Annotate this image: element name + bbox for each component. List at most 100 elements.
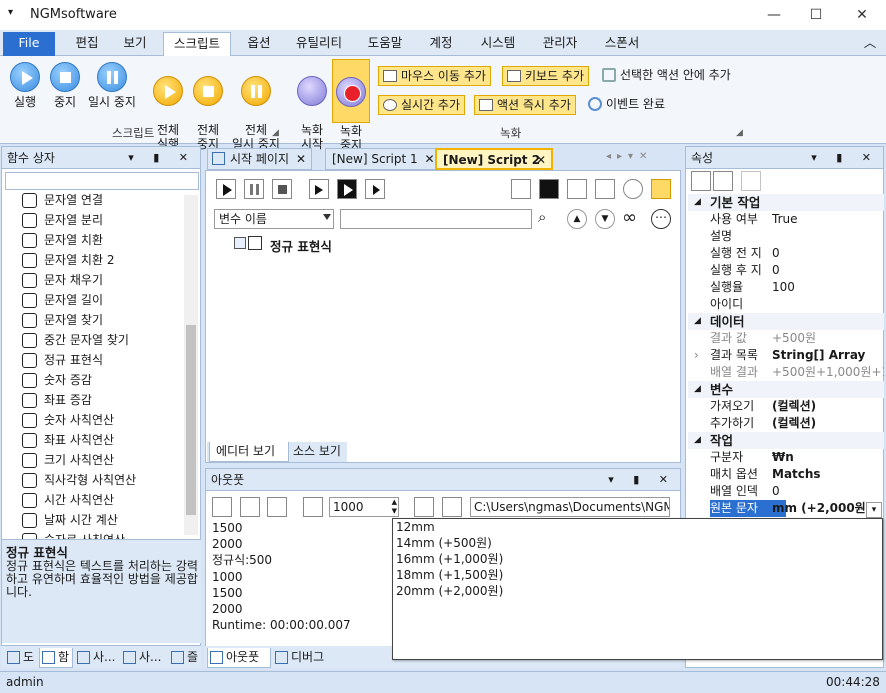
close-tab-icon[interactable]: ✕ — [296, 149, 306, 169]
node-checkbox[interactable] — [234, 237, 246, 249]
add-in-selected-action-button[interactable]: 선택한 액션 안에 추가 — [600, 66, 731, 86]
tab-file[interactable]: File — [3, 32, 55, 56]
scrollbar-thumb[interactable] — [186, 325, 196, 515]
add-action-now-button[interactable]: 액션 즉시 추가 — [474, 95, 576, 115]
function-item[interactable]: 문자열 찾기 — [22, 310, 103, 330]
property-row[interactable]: 설명 — [688, 228, 884, 245]
tab-script-2[interactable]: [New] Script 2 ✕ — [435, 148, 553, 170]
save-log-icon[interactable] — [240, 497, 260, 517]
panel-controls[interactable]: ▾ ▮ ✕ — [811, 147, 879, 169]
tab-script[interactable]: 스크립트 — [163, 32, 231, 56]
run-button[interactable]: 실행 — [6, 62, 44, 109]
tab-debug[interactable]: 디버그 — [273, 648, 333, 668]
tab-edit[interactable]: 편집 — [66, 32, 108, 56]
property-category[interactable]: ◢ 기본 작업 — [688, 194, 884, 211]
property-category[interactable]: ◢ 작업 — [688, 432, 884, 449]
property-row[interactable]: 실행 후 지0 — [688, 262, 884, 279]
property-row[interactable]: 사용 여부 True — [688, 211, 884, 228]
value-dropdown-list[interactable]: 12mm 14mm (+500원) 16mm (+1,000원) 18mm (+1,5… — [392, 518, 883, 660]
property-value[interactable]: 0 — [772, 483, 884, 500]
stepper-arrows-icon[interactable]: ▲ ▼ — [392, 498, 397, 516]
add-mouse-move-button[interactable]: 마우스 이동 추가 — [378, 66, 491, 86]
tab-utility[interactable]: 유틸리티 — [287, 32, 351, 56]
property-value[interactable]: 0 — [772, 262, 884, 279]
tree-view-icon[interactable] — [651, 179, 671, 199]
function-item[interactable]: 좌표 사칙연산 — [22, 430, 114, 450]
tab-help[interactable]: 도움말 — [359, 32, 411, 56]
tree-node-regex[interactable]: 정규 표현식 — [270, 236, 332, 255]
function-item[interactable]: 좌표 증감 — [22, 390, 92, 410]
property-value[interactable]: Matchs — [772, 466, 884, 483]
property-value[interactable]: True — [772, 211, 884, 228]
add-realtime-button[interactable]: 실시간 추가 — [378, 95, 466, 115]
loop-icon[interactable]: ∞ — [622, 207, 637, 228]
property-category[interactable]: ◢ 변수 — [688, 381, 884, 398]
tab-options[interactable]: 옵션 — [238, 32, 280, 56]
collapse-icon[interactable]: ◢ — [694, 381, 701, 398]
dropdown-option[interactable]: 14mm (+500원) — [393, 535, 882, 551]
eraser-icon[interactable] — [303, 497, 323, 517]
property-row[interactable]: 추가하기 (컬렉션) — [688, 415, 884, 432]
stop-button[interactable]: 중지 — [46, 62, 84, 109]
function-list-scrollbar[interactable] — [184, 195, 198, 535]
clear-output-icon[interactable] — [212, 497, 232, 517]
property-row[interactable]: 원본 문자 mm (+2,000원) — [688, 500, 884, 517]
interval-stepper[interactable]: 1000 ▲ ▼ — [329, 497, 399, 517]
group-expand-icon-2[interactable]: ◢ — [736, 128, 743, 138]
move-down-icon[interactable]: ▼ — [595, 209, 615, 229]
chevron-down-icon[interactable]: ▾ — [866, 502, 882, 518]
property-row[interactable]: 실행 전 지0 — [688, 245, 884, 262]
collapse-icon[interactable]: ◢ — [694, 313, 701, 330]
property-row[interactable]: 매치 옵션 Matchs — [688, 466, 884, 483]
tab-account[interactable]: 계정 — [420, 32, 462, 56]
stop-icon[interactable] — [272, 179, 292, 199]
function-search-input[interactable] — [5, 172, 199, 190]
panel-controls[interactable]: ▾ ▮ ✕ — [128, 147, 196, 169]
categorized-icon[interactable] — [691, 171, 711, 191]
tab-nav-icons[interactable]: ◂▸▾✕ — [606, 151, 653, 162]
close-tab-icon[interactable]: ✕ — [536, 150, 546, 170]
property-value[interactable]: +500원+1,000원+1,500 — [772, 364, 884, 381]
event-complete-button[interactable]: 이벤트 완료 — [586, 95, 665, 115]
property-row[interactable]: 아이디 — [688, 296, 884, 313]
function-item[interactable]: 숫자 증감 — [22, 370, 92, 390]
property-value[interactable]: 0 — [772, 245, 884, 262]
property-category[interactable]: ◢ 데이터 — [688, 313, 884, 330]
pause-icon[interactable] — [244, 179, 264, 199]
collapse-icon[interactable]: ◢ — [694, 432, 701, 449]
group-expand-icon[interactable]: ◢ — [272, 128, 279, 138]
chart-icon[interactable] — [511, 179, 531, 199]
sort-az-icon[interactable] — [713, 171, 733, 191]
tab-favorites[interactable]: 즐 — [169, 648, 201, 668]
function-item[interactable]: 크기 사칙연산 — [22, 450, 114, 470]
ribbon-collapse-icon[interactable]: ︿ — [858, 32, 882, 56]
more-icon[interactable]: ⋯ — [651, 209, 671, 229]
pause-button[interactable]: 일시 중지 — [84, 62, 140, 109]
function-item[interactable]: 시간 사칙연산 — [22, 490, 114, 510]
tab-admin[interactable]: 관리자 — [532, 32, 588, 56]
tab-functions[interactable]: 함 — [39, 648, 73, 668]
property-row[interactable]: 구분자 ₩n — [688, 449, 884, 466]
function-item[interactable]: 직사각형 사칙연산 — [22, 470, 136, 490]
property-value[interactable]: String[] Array — [772, 347, 884, 364]
search-icon[interactable] — [623, 179, 643, 199]
list-icon[interactable] — [267, 497, 287, 517]
run-icon[interactable] — [216, 179, 236, 199]
function-item[interactable]: 문자열 연결 — [22, 190, 103, 210]
function-item[interactable]: 숫자 사칙연산 — [22, 410, 114, 430]
check-all-icon[interactable] — [539, 179, 559, 199]
run-selected-icon[interactable] — [337, 179, 357, 199]
function-item[interactable]: 정규 표현식 — [22, 350, 103, 370]
delete-icon[interactable] — [595, 179, 615, 199]
tab-start-page[interactable]: 시작 페이지 ✕ — [207, 148, 313, 170]
minimize-button[interactable]: — — [760, 4, 788, 26]
system-menu-icon[interactable]: ▾ — [8, 7, 13, 18]
editor-search-input[interactable] — [340, 209, 532, 229]
log-path-input[interactable]: C:\Users\ngmas\Documents\NGM6\ — [470, 497, 670, 517]
property-value[interactable]: +500원 — [772, 330, 884, 347]
close-button[interactable]: ✕ — [848, 4, 876, 26]
tab-source-view[interactable]: 소스 보기 — [291, 442, 351, 462]
folder-icon[interactable] — [442, 497, 462, 517]
property-value[interactable]: (컬렉션) — [772, 398, 884, 415]
property-row[interactable]: 실행율 100 — [688, 279, 884, 296]
